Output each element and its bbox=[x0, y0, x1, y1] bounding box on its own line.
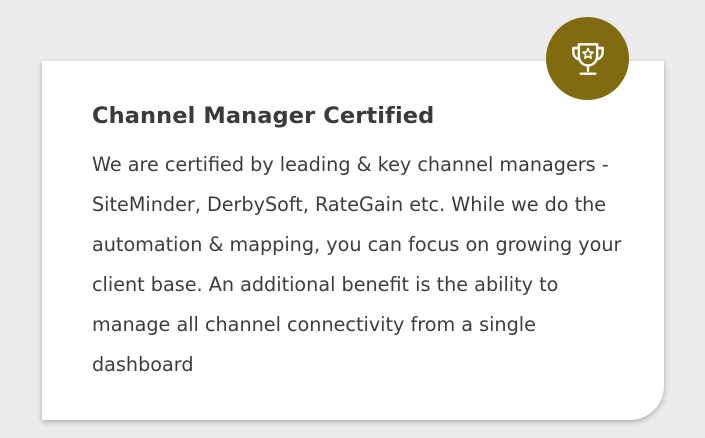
trophy-icon bbox=[566, 37, 610, 81]
card-title: Channel Manager Certified bbox=[92, 103, 435, 129]
trophy-badge bbox=[546, 17, 629, 100]
feature-card: Channel Manager Certified We are certifi… bbox=[42, 61, 664, 420]
card-description: We are certified by leading & key channe… bbox=[92, 153, 622, 376]
